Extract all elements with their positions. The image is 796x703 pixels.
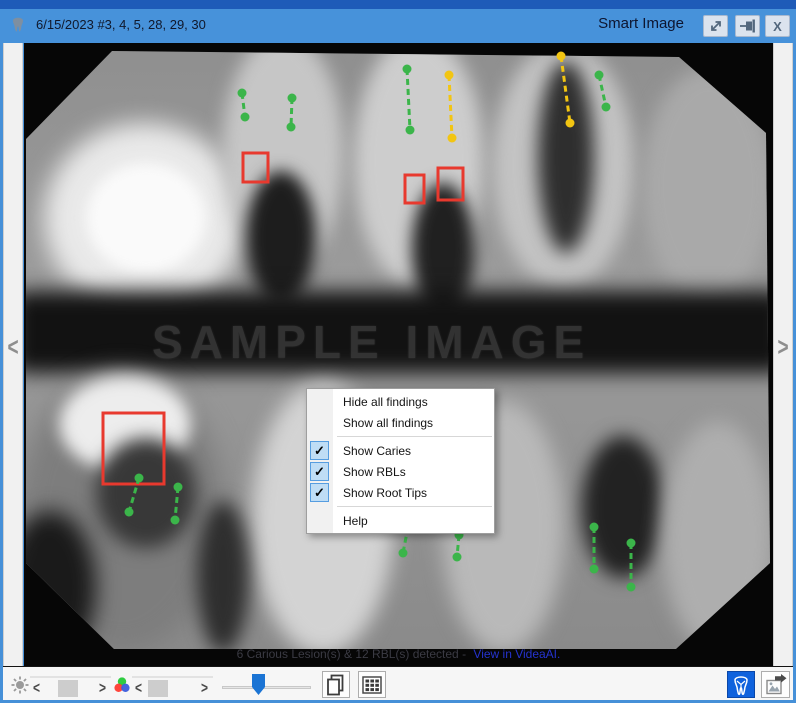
prev-image-button[interactable]: < bbox=[4, 334, 22, 364]
next-image-button[interactable]: > bbox=[774, 334, 792, 364]
pin-button[interactable] bbox=[735, 15, 760, 37]
close-icon: X bbox=[773, 19, 782, 34]
context-menu-items: Hide all findings Show all findings ✓ Show … bbox=[307, 391, 494, 531]
color-scrollbar: < > bbox=[132, 676, 213, 697]
rbl-finding-line bbox=[453, 531, 464, 562]
findings-status: 6 Carious Lesion(s) & 12 RBL(s) detected… bbox=[24, 647, 773, 661]
prev-image-strip: < bbox=[3, 43, 23, 666]
color-thumb[interactable] bbox=[148, 680, 168, 697]
export-image-icon bbox=[764, 673, 788, 696]
rbl-finding-line bbox=[171, 483, 183, 525]
menu-separator bbox=[337, 506, 492, 507]
videaai-link[interactable]: View in VideaAI. bbox=[473, 647, 560, 661]
rbl-finding-line bbox=[125, 474, 144, 517]
rbl-finding-line bbox=[403, 65, 415, 135]
menu-item-label: Show all findings bbox=[343, 416, 433, 430]
color-adjust-icon bbox=[114, 677, 130, 693]
menu-separator bbox=[337, 436, 492, 437]
brightness-right-arrow[interactable]: > bbox=[99, 679, 106, 697]
rbl-finding-line bbox=[287, 94, 297, 132]
caries-finding-box bbox=[103, 413, 164, 484]
menu-item-label: Help bbox=[343, 514, 368, 528]
menu-item-show-rbls[interactable]: ✓ Show RBLs bbox=[307, 461, 494, 482]
checkmark-icon: ✓ bbox=[310, 441, 329, 460]
brightness-scrollbar: < > bbox=[30, 676, 111, 697]
menu-item-show-caries[interactable]: ✓ Show Caries bbox=[307, 440, 494, 461]
color-left-arrow[interactable]: < bbox=[135, 679, 142, 697]
context-menu: Hide all findings Show all findings ✓ Show … bbox=[306, 388, 495, 534]
caries-finding-box bbox=[243, 153, 268, 182]
caries-finding-box bbox=[438, 168, 463, 200]
panel-title: Smart Image bbox=[598, 15, 684, 32]
ai-tooth-icon bbox=[731, 674, 751, 696]
copy-layout-button[interactable] bbox=[322, 671, 350, 698]
grid-view-button[interactable] bbox=[358, 671, 386, 698]
menu-item-label: Show Root Tips bbox=[343, 486, 427, 500]
menu-item-help[interactable]: Help bbox=[307, 510, 494, 531]
menu-item-show-all-findings[interactable]: Show all findings bbox=[307, 412, 494, 433]
copy-pages-icon bbox=[324, 673, 348, 697]
brightness-left-arrow[interactable]: < bbox=[33, 679, 40, 697]
grid-icon bbox=[361, 674, 383, 696]
findings-summary: 6 Carious Lesion(s) & 12 RBL(s) detected… bbox=[237, 647, 470, 661]
color-right-arrow[interactable]: > bbox=[201, 679, 208, 697]
rbl-finding-line bbox=[445, 71, 457, 143]
ai-findings-toggle-button[interactable] bbox=[727, 671, 755, 698]
brightness-thumb[interactable] bbox=[58, 680, 78, 697]
smart-image-window: 6/15/2023 #3, 4, 5, 28, 29, 30 Smart Ima… bbox=[0, 0, 796, 703]
menu-item-label: Show RBLs bbox=[343, 465, 406, 479]
expand-icon bbox=[708, 18, 724, 34]
export-image-button[interactable] bbox=[761, 671, 790, 698]
menu-item-label: Hide all findings bbox=[343, 395, 428, 409]
rbl-finding-line bbox=[595, 71, 611, 112]
menu-item-hide-all-findings[interactable]: Hide all findings bbox=[307, 391, 494, 412]
bottom-toolbar: < > < > bbox=[3, 666, 793, 700]
findings-overlay bbox=[24, 43, 773, 666]
window-title: 6/15/2023 #3, 4, 5, 28, 29, 30 bbox=[36, 17, 206, 32]
rbl-finding-line bbox=[238, 89, 250, 122]
checkmark-icon: ✓ bbox=[310, 462, 329, 481]
zoom-slider-thumb[interactable] bbox=[252, 674, 265, 695]
close-button[interactable]: X bbox=[765, 15, 790, 37]
brightness-icon bbox=[11, 676, 29, 694]
expand-button[interactable] bbox=[703, 15, 728, 37]
radiograph-viewport: SAMPLE IMAGE 6 Carious Lesion(s) & 12 RB… bbox=[24, 43, 773, 666]
pin-icon bbox=[739, 18, 757, 34]
rbl-finding-line bbox=[557, 52, 575, 128]
next-image-strip: > bbox=[773, 43, 793, 666]
tooth-icon bbox=[11, 16, 25, 32]
titlebar: 6/15/2023 #3, 4, 5, 28, 29, 30 Smart Ima… bbox=[0, 0, 796, 43]
zoom-slider-track[interactable] bbox=[222, 686, 311, 689]
rbl-finding-line bbox=[590, 523, 599, 574]
rbl-finding-line bbox=[627, 539, 636, 592]
menu-item-show-root-tips[interactable]: ✓ Show Root Tips bbox=[307, 482, 494, 503]
checkmark-icon: ✓ bbox=[310, 483, 329, 502]
menu-item-label: Show Caries bbox=[343, 444, 411, 458]
caries-finding-box bbox=[405, 175, 424, 203]
